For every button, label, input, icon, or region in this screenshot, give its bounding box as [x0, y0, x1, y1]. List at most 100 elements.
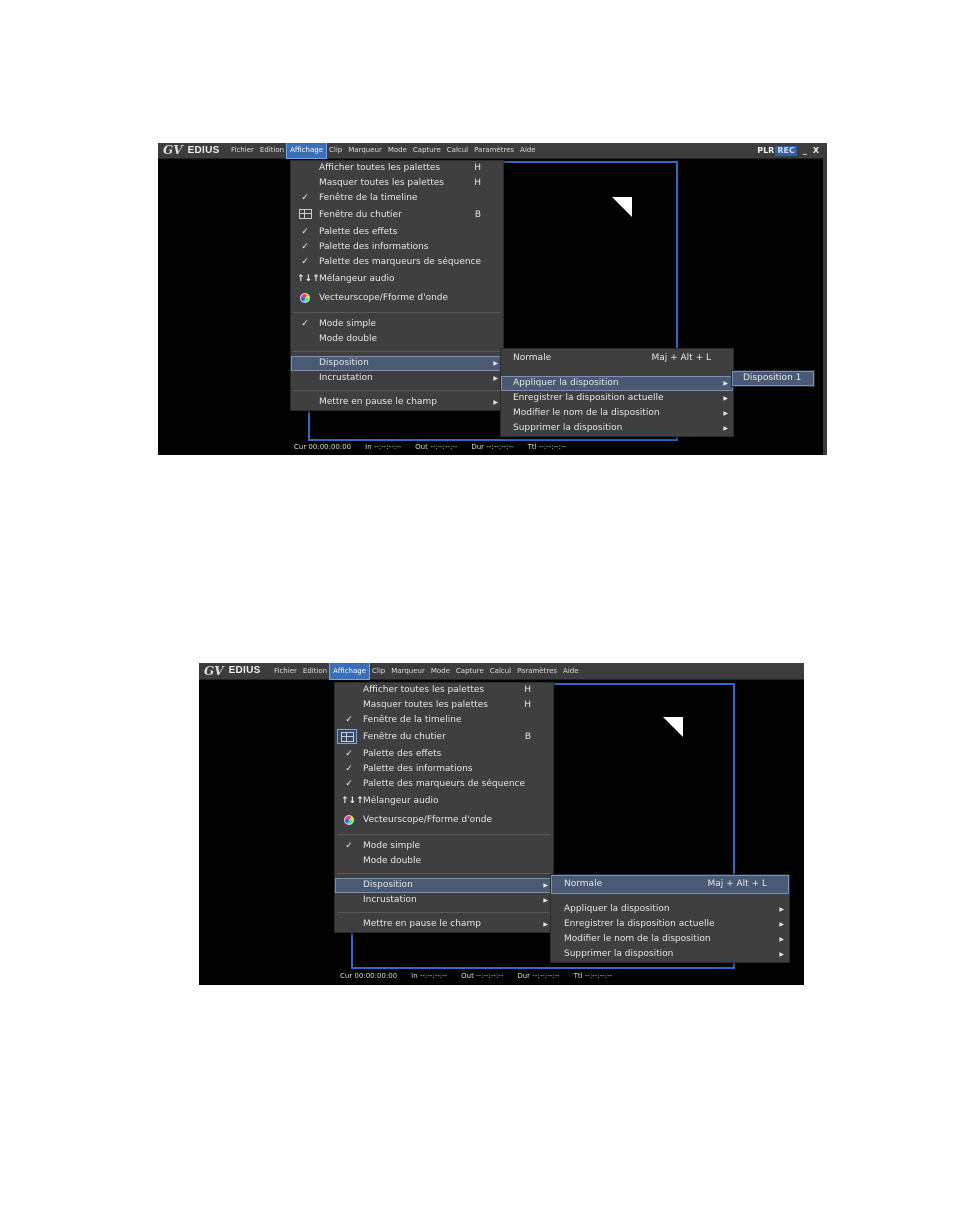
menu-item-apply-layout[interactable]: Appliquer la disposition ▶	[501, 376, 733, 391]
preview-corner-marker	[612, 197, 632, 217]
screenshot-1: GV EDIUS Fichier Edition Affichage Clip …	[158, 143, 827, 455]
menu-item-timeline-window[interactable]: ✓ Fenêtre de la timeline	[335, 713, 553, 728]
menu-item-markers-palette[interactable]: ✓ Palette des marqueurs de séquence	[291, 255, 503, 270]
bin-grid-icon	[297, 206, 313, 227]
timecode-in: In --:--:--:--	[411, 972, 448, 980]
menu-calcul[interactable]: Calcul	[444, 143, 471, 158]
menu-item-apply-layout[interactable]: Appliquer la disposition ▶	[551, 902, 789, 917]
check-icon: ✓	[301, 242, 309, 252]
menu-item-audio-mixer[interactable]: ↑↓↑ Mélangeur audio	[335, 792, 553, 811]
close-button[interactable]: X	[813, 143, 819, 158]
menu-item-pause-field[interactable]: Mettre en pause le champ ▶	[335, 917, 553, 932]
menu-item-normal-layout[interactable]: Normale Maj + Alt + L	[501, 349, 733, 368]
submenu-arrow-icon: ▶	[493, 375, 498, 382]
minimize-button[interactable]: _	[803, 143, 807, 158]
edius-logo: GV EDIUS	[204, 663, 261, 679]
check-icon: ✓	[301, 227, 309, 237]
menu-item-bin-window[interactable]: Fenêtre du chutier B	[335, 728, 553, 747]
audio-mixer-icon: ↑↓↑	[297, 274, 320, 284]
submenu-arrow-icon: ▶	[779, 936, 784, 943]
submenu-arrow-icon: ▶	[493, 360, 498, 367]
disposition-submenu: Normale Maj + Alt + L Appliquer la dispos…	[500, 348, 734, 437]
menu-item-layout-1[interactable]: Disposition 1	[732, 371, 814, 386]
submenu-arrow-icon: ▶	[723, 395, 728, 402]
check-icon: ✓	[345, 764, 353, 774]
menu-affichage[interactable]: Affichage	[329, 663, 371, 680]
menu-item-dual-mode[interactable]: Mode double	[291, 332, 503, 347]
menu-fichier[interactable]: Fichier	[228, 143, 257, 158]
menu-item-rename-layout[interactable]: Modifier le nom de la disposition ▶	[501, 406, 733, 421]
menu-item-overlay[interactable]: Incrustation ▶	[335, 893, 553, 908]
menu-item-normal-layout[interactable]: Normale Maj + Alt + L	[551, 875, 789, 894]
submenu-arrow-icon: ▶	[779, 906, 784, 913]
plr-button[interactable]: PLR	[757, 143, 774, 158]
menu-item-delete-layout[interactable]: Supprimer la disposition ▶	[551, 947, 789, 962]
timecode-ttl: Ttl --:--:--:--	[573, 972, 613, 980]
menu-item-timeline-window[interactable]: ✓ Fenêtre de la timeline	[291, 191, 503, 206]
menu-calcul[interactable]: Calcul	[487, 663, 514, 679]
window-frame	[823, 158, 827, 455]
menu-fichier[interactable]: Fichier	[271, 663, 300, 679]
menu-item-dual-mode[interactable]: Mode double	[335, 854, 553, 869]
submenu-arrow-icon: ▶	[723, 410, 728, 417]
menu-item-info-palette[interactable]: ✓ Palette des informations	[335, 762, 553, 777]
menu-separator	[293, 351, 501, 352]
menu-item-save-layout[interactable]: Enregistrer la disposition actuelle ▶	[501, 391, 733, 406]
submenu-arrow-icon: ▶	[779, 951, 784, 958]
menu-item-effects-palette[interactable]: ✓ Palette des effets	[291, 225, 503, 240]
menu-marqueur[interactable]: Marqueur	[388, 663, 428, 679]
menu-separator	[337, 873, 551, 874]
menu-item-pause-field[interactable]: Mettre en pause le champ ▶	[291, 395, 503, 410]
menu-aide[interactable]: Aide	[517, 143, 538, 158]
menu-item-delete-layout[interactable]: Supprimer la disposition ▶	[501, 421, 733, 436]
timecode-cur: Cur 00:00:00:00	[294, 443, 352, 451]
timecode-dur: Dur --:--:--:--	[471, 443, 514, 451]
menu-item-hide-palettes[interactable]: Masquer toutes les palettes H	[335, 698, 553, 713]
vectorscope-icon	[341, 811, 357, 833]
menu-marqueur[interactable]: Marqueur	[345, 143, 385, 158]
menu-clip[interactable]: Clip	[326, 143, 345, 158]
menu-bar: Fichier Edition Affichage Clip Marqueur …	[228, 143, 539, 159]
menu-parametres[interactable]: Paramètres	[471, 143, 517, 158]
menu-item-rename-layout[interactable]: Modifier le nom de la disposition ▶	[551, 932, 789, 947]
timecode-bar: Cur 00:00:00:00 In --:--:--:-- Out --:--…	[340, 972, 612, 980]
menu-parametres[interactable]: Paramètres	[514, 663, 560, 679]
menu-item-save-layout[interactable]: Enregistrer la disposition actuelle ▶	[551, 917, 789, 932]
menu-edition[interactable]: Edition	[300, 663, 330, 679]
menu-item-audio-mixer[interactable]: ↑↓↑ Mélangeur audio	[291, 270, 503, 289]
title-bar: GV EDIUS Fichier Edition Affichage Clip …	[199, 663, 804, 680]
menu-aide[interactable]: Aide	[560, 663, 581, 679]
menu-separator	[337, 912, 551, 913]
affichage-menu: Afficher toutes les palettes H Masquer to…	[334, 682, 554, 933]
menu-item-show-palettes[interactable]: Afficher toutes les palettes H	[291, 161, 503, 176]
menu-item-show-palettes[interactable]: Afficher toutes les palettes H	[335, 683, 553, 698]
menu-item-info-palette[interactable]: ✓ Palette des informations	[291, 240, 503, 255]
gv-logo-icon: GV	[163, 143, 183, 157]
menu-item-disposition[interactable]: Disposition ▶	[335, 878, 553, 893]
menu-item-vectorscope[interactable]: Vecteurscope/Fforme d'onde	[335, 811, 553, 830]
menu-mode[interactable]: Mode	[428, 663, 453, 679]
check-icon: ✓	[345, 779, 353, 789]
menu-capture[interactable]: Capture	[410, 143, 444, 158]
menu-item-vectorscope[interactable]: Vecteurscope/Fforme d'onde	[291, 289, 503, 308]
check-icon: ✓	[301, 257, 309, 267]
menu-item-bin-window[interactable]: Fenêtre du chutier B	[291, 206, 503, 225]
menu-item-hide-palettes[interactable]: Masquer toutes les palettes H	[291, 176, 503, 191]
menu-item-effects-palette[interactable]: ✓ Palette des effets	[335, 747, 553, 762]
menu-affichage[interactable]: Affichage	[286, 143, 328, 159]
menu-item-single-mode[interactable]: ✓ Mode simple	[291, 317, 503, 332]
rec-button[interactable]: REC	[775, 145, 797, 156]
menu-item-overlay[interactable]: Incrustation ▶	[291, 371, 503, 386]
menu-clip[interactable]: Clip	[369, 663, 388, 679]
menu-edition[interactable]: Edition	[257, 143, 287, 158]
menu-item-markers-palette[interactable]: ✓ Palette des marqueurs de séquence	[335, 777, 553, 792]
check-icon: ✓	[345, 841, 353, 851]
preview-corner-marker	[663, 717, 683, 737]
menu-item-disposition[interactable]: Disposition ▶	[291, 356, 503, 371]
menu-capture[interactable]: Capture	[453, 663, 487, 679]
menu-mode[interactable]: Mode	[385, 143, 410, 158]
apply-layout-submenu: Disposition 1	[731, 370, 815, 387]
menu-item-single-mode[interactable]: ✓ Mode simple	[335, 839, 553, 854]
check-icon: ✓	[345, 715, 353, 725]
submenu-arrow-icon: ▶	[779, 921, 784, 928]
